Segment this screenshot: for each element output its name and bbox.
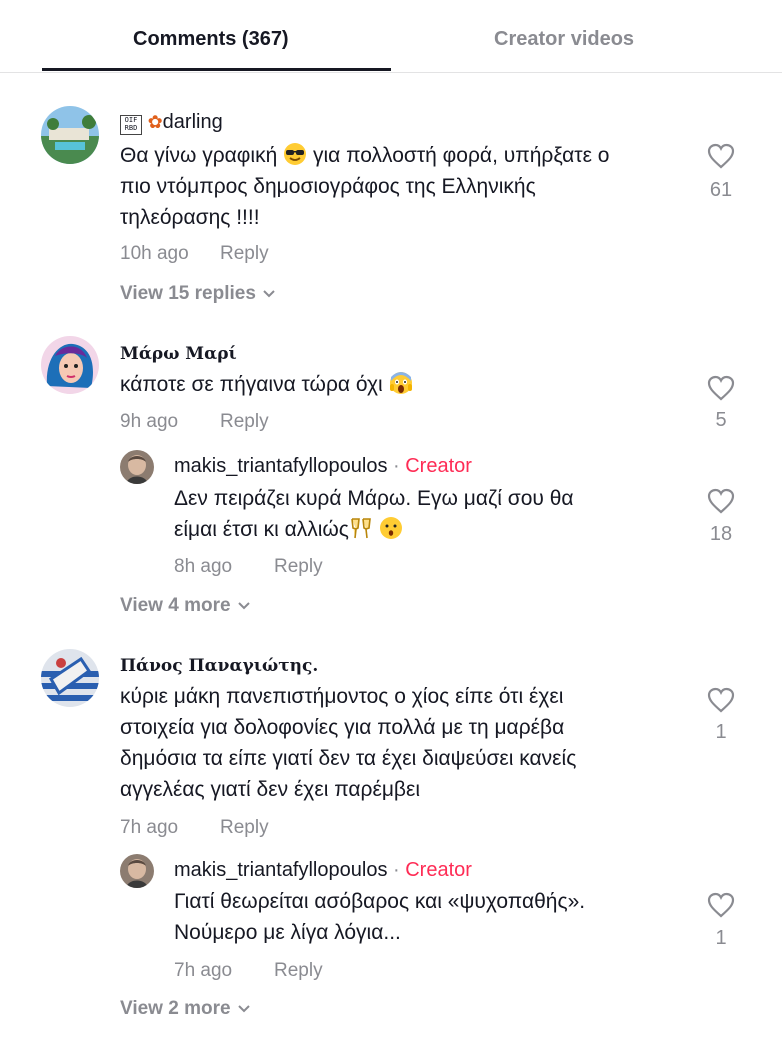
reply-button[interactable]: Reply: [274, 556, 323, 578]
hushed-face-emoji-icon: [379, 516, 403, 540]
heart-icon[interactable]: [701, 488, 741, 519]
reply-text: Γιατί θεωρείται ασόβαρος και «ψυχοπαθής»…: [174, 890, 586, 944]
avatar[interactable]: [41, 336, 99, 394]
tab-creator-videos[interactable]: Creator videos: [494, 28, 634, 51]
reply-button[interactable]: Reply: [220, 411, 269, 433]
avatar[interactable]: [120, 450, 154, 484]
like-count: 1: [715, 721, 727, 743]
reply-time: 7h ago: [174, 960, 233, 981]
reply-button[interactable]: Reply: [274, 960, 323, 982]
reply-button[interactable]: Reply: [220, 817, 269, 839]
comment-time: 9h ago: [120, 411, 179, 432]
heart-icon[interactable]: [701, 375, 741, 406]
heart-icon[interactable]: [701, 687, 741, 718]
like-count: 5: [715, 409, 727, 431]
view-more-button[interactable]: View 2 more: [120, 998, 251, 1020]
creator-badge: Creator: [405, 859, 472, 881]
comment-username[interactable]: Μάρω Μαρί: [120, 344, 237, 364]
tab-bar: Comments (367) Creator videos: [0, 0, 782, 73]
comment-text: κάποτε σε πήγαινα τώρα όχι: [120, 369, 690, 400]
flag-icon: OIF RBD: [120, 115, 142, 135]
comment-username[interactable]: OIF RBD ✿darling: [120, 111, 223, 135]
avatar[interactable]: [41, 106, 99, 164]
sunglasses-emoji-icon: [283, 142, 307, 166]
tab-comments[interactable]: Comments (367): [133, 28, 289, 51]
view-more-button[interactable]: View 4 more: [120, 595, 251, 617]
creator-badge: Creator: [405, 455, 472, 477]
chevron-down-icon: [237, 595, 251, 617]
reply-time: 8h ago: [174, 556, 233, 577]
like-count: 61: [709, 179, 733, 201]
clinking-glasses-emoji-icon: [349, 516, 373, 540]
comment-text: κύριε μάκη πανεπιστήμοντος ο χίος είπε ό…: [120, 685, 577, 801]
reply-text: Δεν πειράζει κυρά Μάρω. Εγω μαζί σου θα …: [174, 487, 574, 541]
reply-button[interactable]: Reply: [220, 243, 269, 265]
avatar[interactable]: [120, 854, 154, 888]
avatar[interactable]: [41, 649, 99, 707]
screaming-face-emoji-icon: [389, 371, 413, 395]
like-count: 1: [715, 927, 727, 949]
like-count: 18: [709, 523, 733, 545]
comment-time: 7h ago: [120, 817, 179, 838]
comment-text: Θα γίνω γραφική για πολλοστή φορά, υπήρξ…: [120, 142, 610, 229]
paw-icon: ✿: [147, 112, 163, 132]
heart-icon[interactable]: [701, 892, 741, 923]
heart-icon[interactable]: [701, 143, 741, 174]
comment-username[interactable]: Πάνος Παναγιώτης.: [120, 656, 318, 676]
comment-time: 10h ago: [120, 243, 189, 264]
view-replies-button[interactable]: View 15 replies: [120, 283, 276, 305]
chevron-down-icon: [237, 998, 251, 1020]
active-tab-indicator: [42, 68, 391, 71]
reply-username[interactable]: makis_triantafyllopoulos · Creator: [174, 455, 472, 478]
chevron-down-icon: [262, 283, 276, 305]
reply-username[interactable]: makis_triantafyllopoulos · Creator: [174, 859, 472, 882]
